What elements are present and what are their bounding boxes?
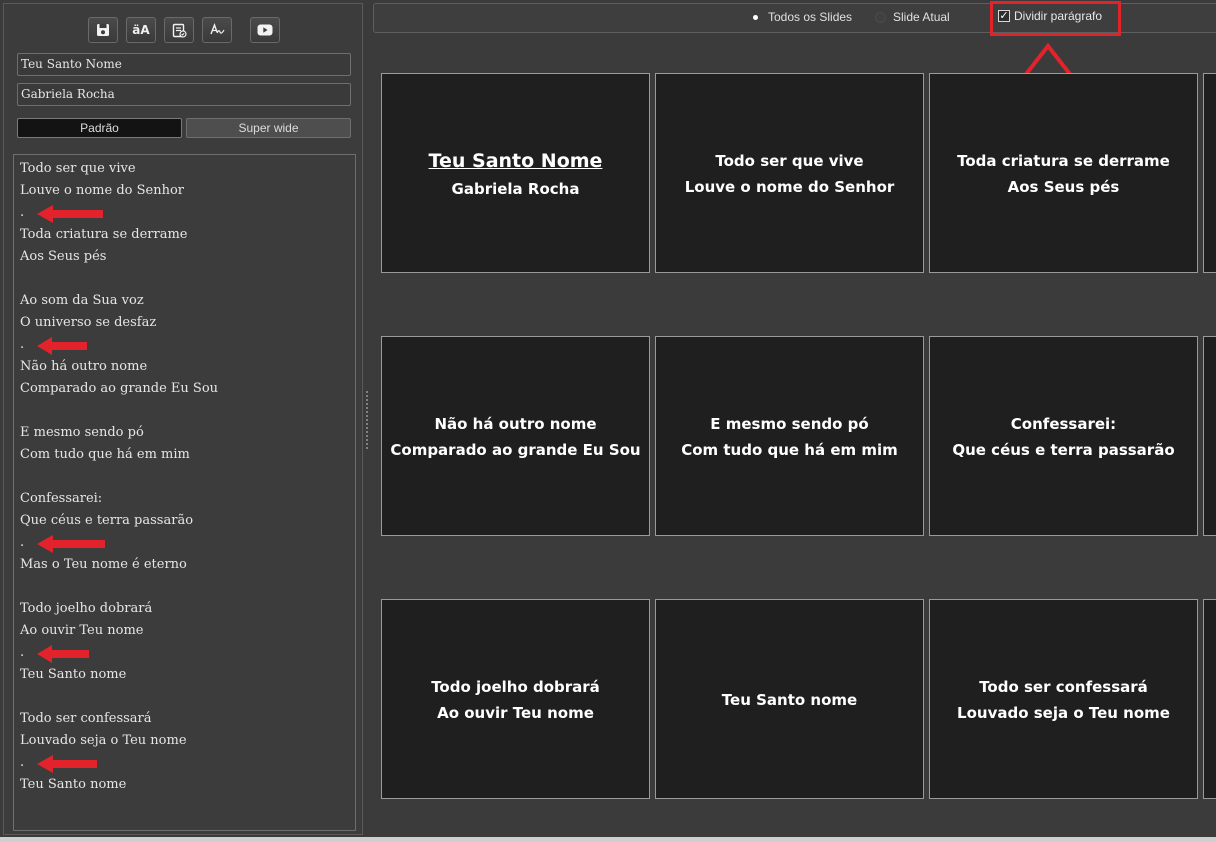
lyric-line: Louve o nome do Senhor (20, 183, 184, 198)
slide-line: Confessarei: (1010, 415, 1117, 433)
annotation-highlight-box (990, 1, 1121, 36)
save-icon (97, 24, 109, 36)
lyric-line: . (20, 532, 349, 554)
lyric-line: E mesmo sendo pó (20, 425, 144, 440)
slide-line: Todo ser confessará (979, 678, 1148, 696)
lyric-line: Todo ser que vive (20, 161, 136, 176)
font-case-button[interactable]: äA (126, 17, 156, 43)
slide-separator: . (20, 337, 25, 352)
mode-super-wide-button[interactable]: Super wide (186, 118, 351, 138)
song-title-field[interactable]: Teu Santo Nome (17, 53, 351, 76)
lyric-line (20, 576, 349, 598)
radio-indicator (750, 11, 761, 23)
lyric-line: O universo se desfaz (20, 315, 157, 330)
radio-all-slides[interactable]: Todos os Slides (750, 10, 852, 24)
slide-line: Comparado ao grande Eu Sou (390, 441, 641, 459)
slide-line: Todo joelho dobrará (431, 678, 600, 696)
left-arrow-icon (37, 205, 103, 223)
radio-current-slide[interactable]: Slide Atual (875, 10, 950, 24)
lyric-line: Todo joelho dobrará (20, 601, 153, 616)
lyric-line: . (20, 752, 349, 774)
slide-thumbnail-partial[interactable] (1203, 73, 1216, 273)
slide-thumbnail-partial[interactable] (1203, 599, 1216, 799)
left-arrow-icon (37, 337, 87, 355)
lyric-line: Ao ouvir Teu nome (20, 623, 144, 638)
slide-line: Com tudo que há em mim (681, 441, 898, 459)
lyric-line: Comparado ao grande Eu Sou (20, 381, 219, 396)
left-arrow-icon (37, 645, 89, 663)
lyric-line: . (20, 334, 349, 356)
lyric-line: Que céus e terra passarão (20, 513, 194, 528)
slide-line: Todo ser que vive (715, 152, 864, 170)
left-arrow-icon (37, 755, 97, 773)
spellcheck-button[interactable] (202, 17, 232, 43)
slide-line: Teu Santo nome (721, 691, 858, 709)
lyric-line: Mas o Teu nome é eterno (20, 557, 187, 572)
lyric-line: Toda criatura se derrame (20, 227, 188, 242)
panel-splitter-handle[interactable] (365, 390, 369, 450)
slide-thumbnail-partial[interactable] (1203, 336, 1216, 536)
slide-line: Aos Seus pés (1007, 178, 1120, 196)
lyric-line: Ao som da Sua voz (20, 293, 144, 308)
lyric-line: Confessarei: (20, 491, 103, 506)
lyric-line: Com tudo que há em mim (20, 447, 190, 462)
youtube-button[interactable] (250, 17, 280, 43)
lyric-line: Aos Seus pés (20, 249, 107, 264)
slide-thumbnail[interactable]: Teu Santo Nome Gabriela Rocha (381, 73, 650, 273)
slide-line: E mesmo sendo pó (710, 415, 869, 433)
window-bottom-edge (0, 837, 1216, 842)
slide-line: Ao ouvir Teu nome (437, 704, 594, 722)
document-check-icon (172, 23, 187, 38)
slide-thumbnail[interactable]: Todo ser confessará Louvado seja o Teu n… (929, 599, 1198, 799)
spellcheck-icon (210, 23, 225, 35)
slide-line: Toda criatura se derrame (957, 152, 1170, 170)
youtube-icon (257, 24, 273, 36)
lyrics-editor[interactable]: Todo ser que vive Louve o nome do Senhor… (13, 154, 356, 831)
slide-line: Que céus e terra passarão (952, 441, 1175, 459)
slide-line: Louvado seja o Teu nome (957, 704, 1170, 722)
lyric-line (20, 400, 349, 422)
review-button[interactable] (164, 17, 194, 43)
radio-current-slide-label: Slide Atual (893, 10, 950, 24)
slide-title: Teu Santo Nome (428, 150, 603, 172)
slide-subtitle: Gabriela Rocha (451, 180, 580, 198)
mode-standard-button[interactable]: Padrão (17, 118, 182, 138)
font-case-label: äA (132, 23, 150, 37)
lyric-line (20, 268, 349, 290)
lyric-line (20, 686, 349, 708)
slide-separator: . (20, 205, 25, 220)
slide-thumbnail[interactable]: Todo ser que vive Louve o nome do Senhor (655, 73, 924, 273)
lyric-line: . (20, 642, 349, 664)
slide-separator: . (20, 645, 25, 660)
lyric-line: Teu Santo nome (20, 667, 127, 682)
slide-line: Louve o nome do Senhor (684, 178, 895, 196)
slide-thumbnail[interactable]: Todo joelho dobrará Ao ouvir Teu nome (381, 599, 650, 799)
lyric-line (20, 466, 349, 488)
lyric-line: Não há outro nome (20, 359, 148, 374)
lyric-line: Louvado seja o Teu nome (20, 733, 187, 748)
lyric-line: Todo ser confessará (20, 711, 152, 726)
artist-field[interactable]: Gabriela Rocha (17, 83, 351, 106)
slide-thumbnail[interactable]: Toda criatura se derrame Aos Seus pés (929, 73, 1198, 273)
slide-line: Não há outro nome (434, 415, 597, 433)
radio-all-slides-label: Todos os Slides (768, 10, 853, 24)
slide-thumbnail[interactable]: Teu Santo nome (655, 599, 924, 799)
lyric-line: . (20, 202, 349, 224)
left-arrow-icon (37, 535, 105, 553)
slide-thumbnail[interactable]: Confessarei: Que céus e terra passarão (929, 336, 1198, 536)
slide-separator: . (20, 535, 25, 550)
radio-indicator (875, 11, 886, 23)
slide-separator: . (20, 755, 25, 770)
slide-thumbnail[interactable]: E mesmo sendo pó Com tudo que há em mim (655, 336, 924, 536)
slide-thumbnail[interactable]: Não há outro nome Comparado ao grande Eu… (381, 336, 650, 536)
save-button[interactable] (88, 17, 118, 43)
lyric-line: Teu Santo nome (20, 777, 127, 792)
editor-panel: äA Teu Santo Nome Gabriela Rocha Padrão … (3, 3, 363, 835)
